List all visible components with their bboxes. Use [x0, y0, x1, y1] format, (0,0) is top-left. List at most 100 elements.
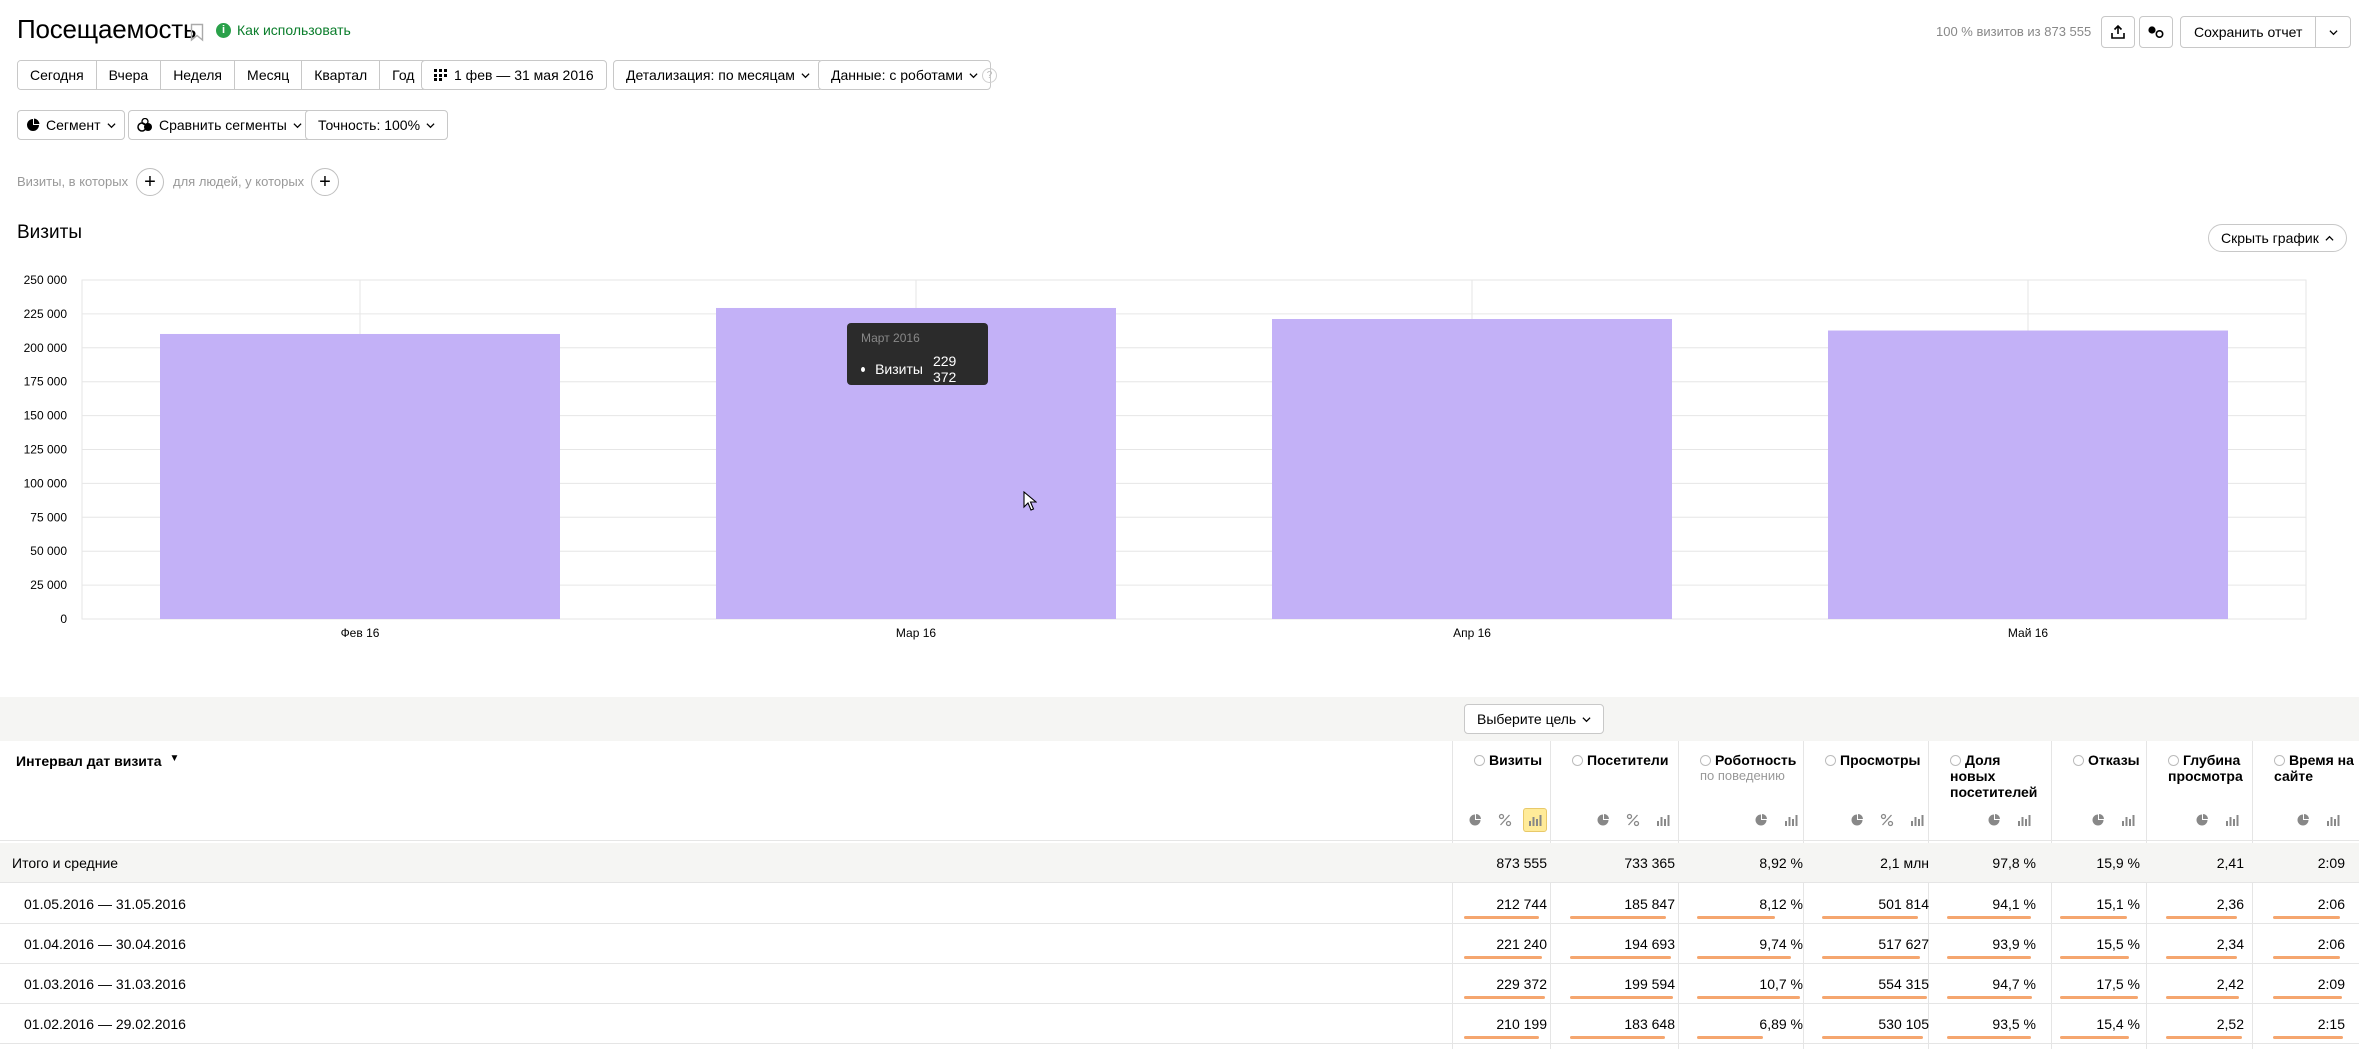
save-report-label: Сохранить отчет	[2181, 17, 2317, 47]
tab-quarter[interactable]: Квартал	[302, 61, 381, 89]
metric-bar	[1697, 916, 1775, 919]
percent-icon[interactable]	[1493, 808, 1517, 832]
export-button[interactable]	[2101, 16, 2135, 48]
chevron-down-icon	[293, 122, 302, 128]
column-header[interactable]: Визиты	[1474, 752, 1554, 768]
accuracy-select[interactable]: Точность: 100%	[305, 110, 449, 140]
bar-chart-icon[interactable]	[2116, 808, 2140, 832]
people-filter-label: для людей, у которых	[173, 174, 305, 189]
row-label: Итого и средние	[12, 855, 119, 871]
tab-year[interactable]: Год	[380, 61, 427, 89]
tooltip-series: Визиты	[875, 361, 923, 377]
pie-chart-icon[interactable]	[2190, 808, 2214, 832]
y-tick-label: 25 000	[30, 578, 67, 592]
pie-chart-icon[interactable]	[1463, 808, 1487, 832]
tab-week[interactable]: Неделя	[161, 61, 236, 89]
column-radio[interactable]	[1825, 755, 1836, 766]
metric-bar	[1697, 996, 1800, 999]
select-goal-button[interactable]: Выберите цель	[1464, 704, 1605, 734]
detail-select[interactable]: Детализация: по месяцам	[613, 60, 823, 90]
column-header[interactable]: Доля новых посетителей	[1950, 752, 2037, 800]
pie-chart-icon[interactable]	[2291, 808, 2315, 832]
date-range-picker[interactable]: 1 фев — 31 мая 2016	[421, 60, 607, 90]
column-radio[interactable]	[1572, 755, 1583, 766]
series-dot	[861, 366, 866, 372]
column-radio[interactable]	[2168, 755, 2179, 766]
save-report-button[interactable]: Сохранить отчет	[2180, 16, 2352, 48]
column-header[interactable]: Посетители	[1572, 752, 1692, 768]
column-title: Роботность	[1715, 752, 1797, 768]
metric-bar	[1822, 916, 1918, 919]
bookmark-icon[interactable]	[190, 23, 204, 42]
column-header[interactable]: Роботность по поведению	[1700, 752, 1810, 784]
bar-chart-icon[interactable]	[2012, 808, 2036, 832]
add-people-condition-button[interactable]: +	[311, 168, 339, 196]
compare-segments-button[interactable]: Сравнить сегменты	[128, 110, 311, 140]
chart-title: Визиты	[17, 222, 82, 243]
segment-button[interactable]: Сегмент	[17, 110, 125, 140]
pie-chart-icon[interactable]	[1749, 808, 1773, 832]
column-title: Визиты	[1489, 752, 1543, 768]
column-radio[interactable]	[1950, 755, 1961, 766]
metric-cell: 2,41	[2216, 855, 2244, 871]
metric-bar	[1947, 1036, 2031, 1039]
column-header[interactable]: Время на сайте	[2274, 752, 2354, 784]
column-header[interactable]: Просмотры	[1825, 752, 1935, 768]
help-icon[interactable]: ?	[982, 68, 997, 83]
table-row[interactable]: 01.03.2016 — 31.03.2016 229 372 199 594 10,…	[0, 964, 2359, 1004]
tooltip-month: Март 2016	[861, 331, 920, 345]
bar-chart-icon[interactable]	[1779, 808, 1803, 832]
add-visit-condition-button[interactable]: +	[136, 168, 164, 196]
y-tick-label: 50 000	[30, 544, 67, 558]
bar-chart-icon[interactable]	[1523, 808, 1547, 832]
tab-month[interactable]: Месяц	[235, 61, 303, 89]
pie-chart-icon[interactable]	[1845, 808, 1869, 832]
column-radio[interactable]	[2073, 755, 2084, 766]
y-tick-label: 100 000	[24, 476, 68, 490]
metric-cell: 15,9 %	[2096, 855, 2140, 871]
totals-row[interactable]: Итого и средние 873 555 733 365 8,92 % 2,1 м…	[0, 843, 2359, 883]
column-radio[interactable]	[1474, 755, 1485, 766]
metric-cell: 733 365	[1624, 855, 1675, 871]
table-row[interactable]: 01.04.2016 — 30.04.2016 221 240 194 693 9,7…	[0, 924, 2359, 964]
row-label: 01.05.2016 — 31.05.2016	[24, 896, 186, 912]
column-header[interactable]: Глубина просмотра	[2168, 752, 2253, 784]
how-to-use-link[interactable]: i Как использовать	[216, 22, 351, 38]
metric-cell: 2:09	[2317, 855, 2345, 871]
metric-bar	[2273, 996, 2342, 999]
metric-cell: 8,92 %	[1759, 855, 1803, 871]
pie-chart-icon[interactable]	[2086, 808, 2110, 832]
tab-yesterday[interactable]: Вчера	[96, 61, 162, 89]
metric-bar	[1464, 956, 1542, 959]
bar-chart-icon[interactable]	[1651, 808, 1675, 832]
chevron-down-icon[interactable]	[2316, 17, 2350, 47]
metric-bar	[2273, 956, 2340, 959]
select-goal-label: Выберите цель	[1477, 711, 1577, 727]
column-radio[interactable]	[2274, 755, 2285, 766]
metric-bar	[1947, 956, 2031, 959]
data-robots-select[interactable]: Данные: с роботами	[818, 60, 991, 90]
tab-today[interactable]: Сегодня	[18, 61, 97, 89]
pie-chart-icon[interactable]	[1591, 808, 1615, 832]
share-button[interactable]	[2139, 16, 2173, 48]
percent-icon[interactable]	[1621, 808, 1645, 832]
table-toolbar	[0, 697, 2359, 741]
info-icon: i	[216, 22, 231, 38]
table-row[interactable]: 01.05.2016 — 31.05.2016 212 744 185 847 8,1…	[0, 884, 2359, 924]
y-tick-label: 200 000	[24, 341, 68, 355]
percent-icon[interactable]	[1875, 808, 1899, 832]
column-subtitle: по поведению	[1700, 768, 1785, 783]
table-row[interactable]: 01.02.2016 — 29.02.2016 210 199 183 648 6,8…	[0, 1004, 2359, 1044]
bar-chart-icon[interactable]	[1905, 808, 1929, 832]
dimension-header[interactable]: Интервал дат визита ▼	[16, 753, 179, 769]
metric-bar	[1697, 1036, 1763, 1039]
pie-chart-icon[interactable]	[1982, 808, 2006, 832]
row-label: 01.02.2016 — 29.02.2016	[24, 1016, 186, 1032]
bar-chart-icon[interactable]	[2321, 808, 2345, 832]
column-radio[interactable]	[1700, 755, 1711, 766]
bar-chart-icon[interactable]	[2220, 808, 2244, 832]
column-header[interactable]: Отказы	[2073, 752, 2153, 768]
calendar-icon	[434, 69, 447, 81]
hide-chart-button[interactable]: Скрыть график	[2208, 224, 2347, 252]
y-tick-label: 225 000	[24, 307, 68, 321]
